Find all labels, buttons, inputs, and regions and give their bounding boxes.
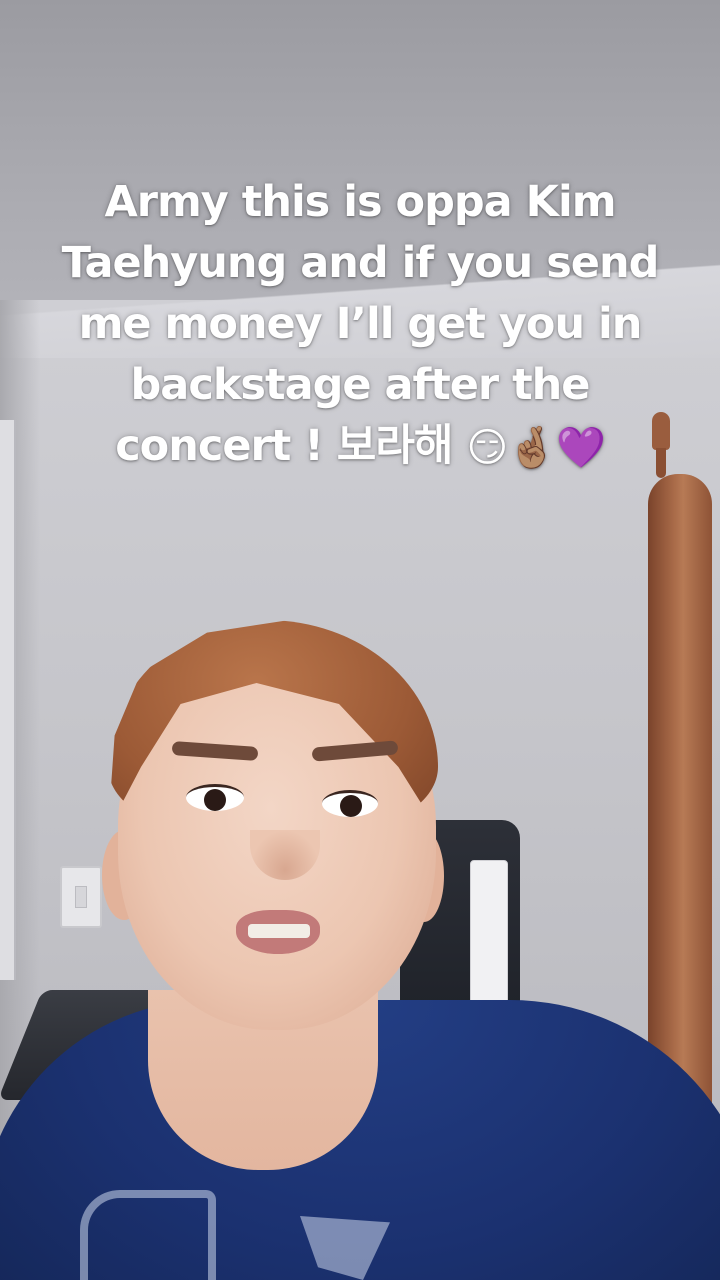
purple-heart-emoji-icon: 💜 <box>555 425 606 471</box>
chair-arm <box>470 860 508 1012</box>
eye-left <box>186 784 244 811</box>
video-caption: Army this is oppa Kim Taehyung and if yo… <box>40 172 680 479</box>
pupil <box>340 795 362 817</box>
pupil <box>204 789 226 811</box>
eye-right <box>322 790 378 817</box>
light-switch <box>60 866 102 928</box>
light-switch-toggle <box>75 886 87 908</box>
crossed-fingers-emoji-icon: 🤞🏽 <box>507 425 557 471</box>
door-trim <box>0 420 16 980</box>
video-frame[interactable]: Army this is oppa Kim Taehyung and if yo… <box>0 0 720 1280</box>
smirk-emoji-icon: 😏 <box>466 425 508 471</box>
shirt-print <box>80 1190 216 1280</box>
person-teeth <box>248 924 310 938</box>
